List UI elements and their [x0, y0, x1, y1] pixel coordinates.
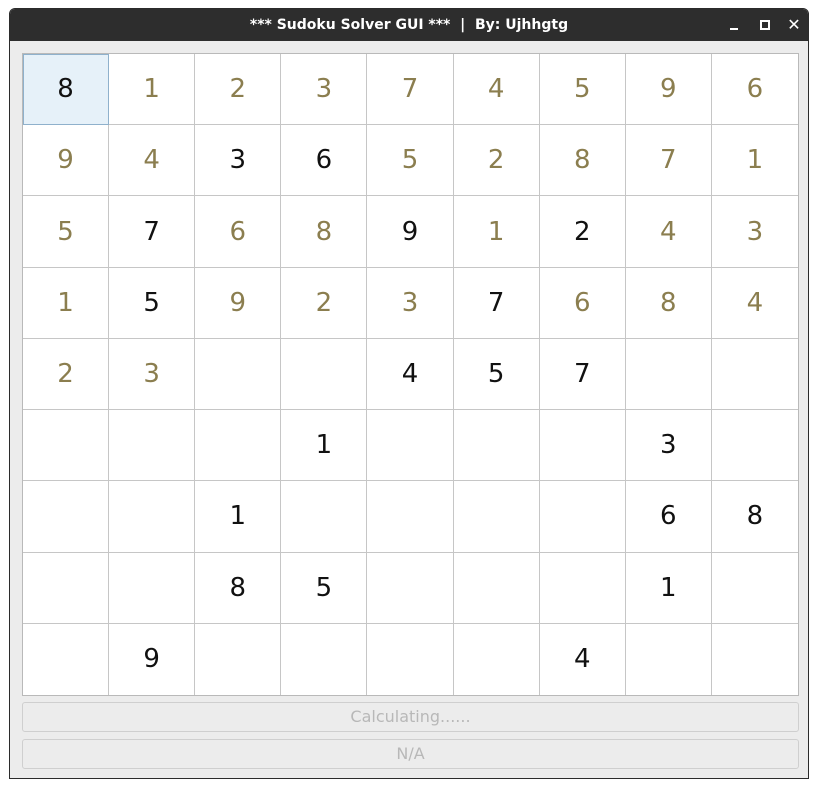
sudoku-cell[interactable] [711, 339, 798, 411]
sudoku-cell[interactable]: 8 [23, 54, 110, 126]
sudoku-cell[interactable] [712, 624, 798, 695]
close-icon: ✕ [787, 15, 801, 34]
minimize-button[interactable] [724, 15, 744, 35]
sudoku-cell[interactable]: 3 [109, 338, 196, 411]
sudoku-cell[interactable]: 5 [539, 54, 626, 126]
sudoku-cell[interactable]: 2 [195, 54, 282, 126]
sudoku-cell[interactable] [539, 410, 626, 482]
sudoku-cell[interactable]: 9 [625, 54, 712, 126]
sudoku-cell[interactable] [626, 623, 712, 695]
sudoku-cell[interactable]: 1 [625, 552, 712, 624]
sudoku-cell[interactable]: 7 [539, 338, 626, 411]
sudoku-cell[interactable]: 8 [195, 552, 282, 624]
title-bar[interactable]: *** Sudoku Solver GUI *** | By: Ujhhgtg … [10, 9, 808, 41]
sudoku-cell[interactable]: 8 [711, 481, 798, 553]
sudoku-cell[interactable] [453, 410, 540, 482]
sudoku-cell[interactable]: 1 [281, 410, 368, 482]
minimize-icon [730, 28, 738, 30]
sudoku-cell[interactable]: 1 [109, 54, 196, 126]
sudoku-cell[interactable] [281, 623, 368, 695]
sudoku-cell[interactable]: 7 [109, 196, 196, 268]
sudoku-cell[interactable] [23, 552, 110, 624]
sudoku-cell[interactable]: 8 [625, 267, 712, 339]
sudoku-cell[interactable]: 4 [625, 196, 712, 268]
sudoku-cell[interactable]: 7 [367, 54, 454, 126]
sudoku-cell[interactable]: 1 [195, 481, 282, 553]
sudoku-cell[interactable] [367, 623, 454, 695]
sudoku-cell[interactable]: 6 [195, 196, 282, 268]
sudoku-cell[interactable]: 2 [23, 338, 110, 411]
sudoku-cell[interactable] [539, 552, 626, 624]
maximize-icon [760, 20, 770, 30]
sudoku-cell[interactable]: 5 [281, 552, 368, 624]
sudoku-cell[interactable] [23, 410, 110, 482]
sudoku-cell[interactable]: 8 [281, 196, 368, 268]
sudoku-cell[interactable] [711, 410, 798, 482]
sudoku-cell[interactable] [711, 553, 798, 624]
sudoku-cell[interactable]: 9 [109, 623, 196, 695]
sudoku-cell[interactable]: 4 [540, 623, 626, 695]
sudoku-cell[interactable]: 1 [23, 267, 110, 339]
sudoku-cell[interactable]: 3 [195, 125, 282, 197]
sudoku-cell[interactable]: 2 [281, 267, 368, 339]
result-button[interactable]: N/A [22, 739, 799, 769]
sudoku-cell[interactable] [367, 552, 454, 624]
sudoku-cell[interactable] [195, 623, 282, 695]
sudoku-cell[interactable]: 2 [453, 125, 540, 197]
sudoku-grid: 8123745969436528715768912431592376842345… [22, 53, 799, 696]
sudoku-cell[interactable] [109, 552, 196, 624]
sudoku-cell[interactable]: 5 [367, 125, 454, 197]
sudoku-cell[interactable] [539, 481, 626, 553]
status-button[interactable]: Calculating...... [22, 702, 799, 732]
sudoku-cell[interactable] [367, 410, 454, 482]
sudoku-cell[interactable] [454, 623, 540, 695]
sudoku-cell[interactable] [109, 410, 196, 482]
window-title: *** Sudoku Solver GUI *** | By: Ujhhgtg [249, 17, 569, 33]
sudoku-cell[interactable]: 3 [625, 410, 712, 482]
sudoku-cell[interactable]: 5 [109, 267, 196, 339]
sudoku-cell[interactable]: 6 [539, 267, 626, 339]
sudoku-cell[interactable]: 6 [711, 54, 798, 126]
sudoku-cell[interactable]: 9 [195, 267, 282, 339]
sudoku-cell[interactable]: 3 [711, 196, 798, 268]
sudoku-cell[interactable]: 1 [711, 125, 798, 197]
sudoku-cell[interactable]: 4 [109, 125, 196, 197]
sudoku-cell[interactable]: 9 [367, 196, 454, 268]
sudoku-cell[interactable]: 5 [453, 338, 540, 411]
sudoku-cell[interactable]: 7 [453, 267, 540, 339]
maximize-button[interactable] [754, 15, 774, 35]
sudoku-cell[interactable]: 8 [539, 125, 626, 197]
sudoku-cell[interactable]: 4 [711, 268, 798, 339]
sudoku-cell[interactable] [109, 481, 196, 553]
sudoku-cell[interactable]: 5 [23, 196, 110, 268]
sudoku-cell[interactable] [281, 481, 368, 553]
sudoku-cell[interactable]: 7 [625, 125, 712, 197]
sudoku-cell[interactable] [625, 338, 712, 411]
sudoku-cell[interactable]: 9 [23, 125, 110, 197]
close-button[interactable]: ✕ [784, 15, 804, 35]
sudoku-cell[interactable] [195, 338, 282, 411]
sudoku-cell[interactable]: 4 [367, 338, 454, 411]
sudoku-cell[interactable] [367, 481, 454, 553]
sudoku-cell[interactable]: 1 [453, 196, 540, 268]
sudoku-cell[interactable]: 6 [625, 481, 712, 553]
sudoku-cell[interactable] [281, 338, 368, 411]
sudoku-cell[interactable]: 3 [367, 267, 454, 339]
sudoku-cell[interactable]: 2 [539, 196, 626, 268]
sudoku-cell[interactable] [23, 623, 110, 695]
app-window: *** Sudoku Solver GUI *** | By: Ujhhgtg … [9, 8, 809, 779]
sudoku-cell[interactable]: 6 [281, 125, 368, 197]
sudoku-cell[interactable] [453, 481, 540, 553]
sudoku-cell[interactable] [23, 481, 110, 553]
sudoku-cell[interactable]: 4 [453, 54, 540, 126]
sudoku-cell[interactable] [453, 552, 540, 624]
sudoku-cell[interactable]: 3 [281, 54, 368, 126]
sudoku-cell[interactable] [195, 410, 282, 482]
